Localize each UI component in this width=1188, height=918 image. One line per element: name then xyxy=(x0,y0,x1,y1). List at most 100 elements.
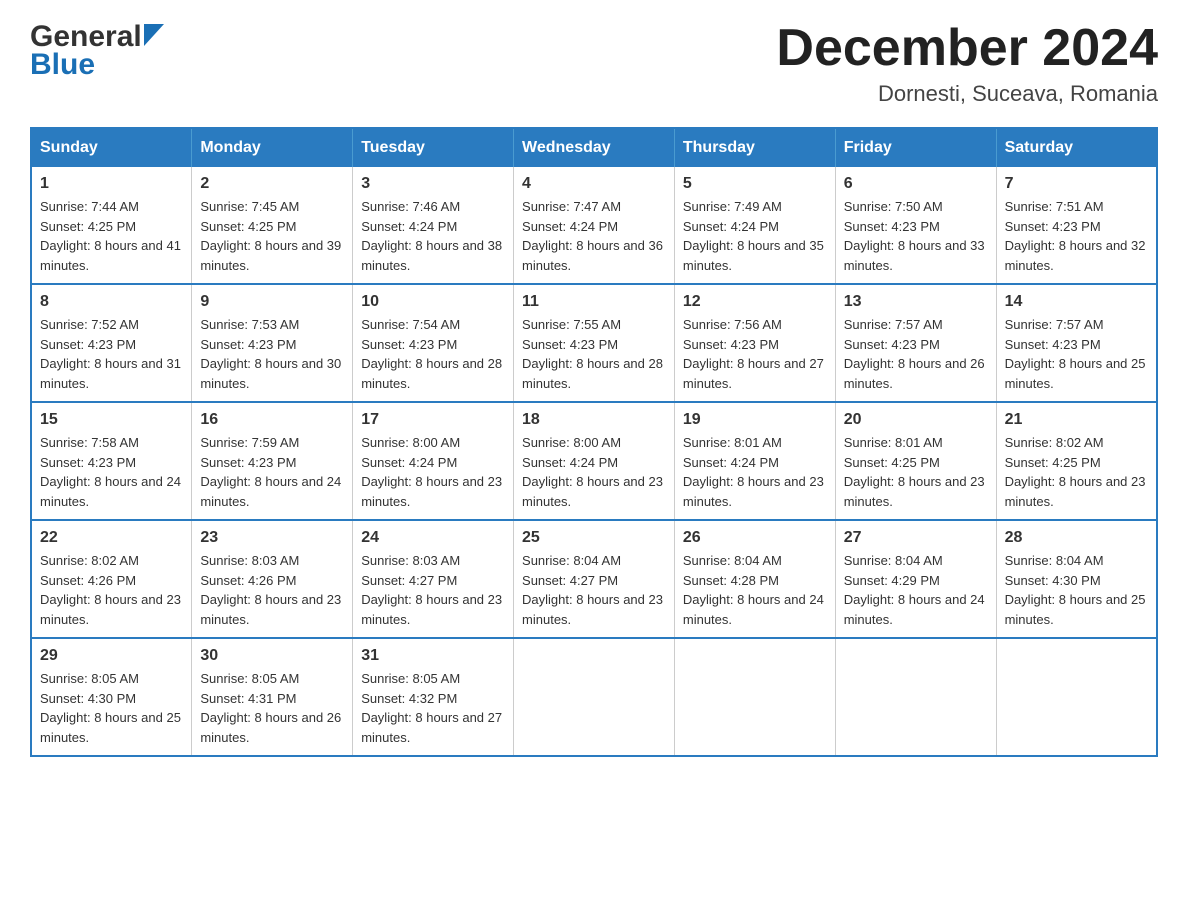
calendar-table: SundayMondayTuesdayWednesdayThursdayFrid… xyxy=(30,127,1158,757)
day-info: Sunrise: 8:04 AM Sunset: 4:30 PM Dayligh… xyxy=(1005,551,1148,629)
day-info: Sunrise: 8:05 AM Sunset: 4:32 PM Dayligh… xyxy=(361,669,505,747)
calendar-cell: 13 Sunrise: 7:57 AM Sunset: 4:23 PM Dayl… xyxy=(835,284,996,402)
day-number: 2 xyxy=(200,175,344,193)
day-info: Sunrise: 8:00 AM Sunset: 4:24 PM Dayligh… xyxy=(361,433,505,511)
logo-blue-text: Blue xyxy=(30,48,95,82)
day-number: 10 xyxy=(361,293,505,311)
calendar-cell: 19 Sunrise: 8:01 AM Sunset: 4:24 PM Dayl… xyxy=(674,402,835,520)
page-header: General Blue December 2024 Dornesti, Suc… xyxy=(30,20,1158,107)
calendar-cell: 9 Sunrise: 7:53 AM Sunset: 4:23 PM Dayli… xyxy=(192,284,353,402)
calendar-day-header: Saturday xyxy=(996,128,1157,167)
day-info: Sunrise: 7:47 AM Sunset: 4:24 PM Dayligh… xyxy=(522,197,666,275)
calendar-day-header: Tuesday xyxy=(353,128,514,167)
day-number: 3 xyxy=(361,175,505,193)
calendar-cell: 17 Sunrise: 8:00 AM Sunset: 4:24 PM Dayl… xyxy=(353,402,514,520)
day-number: 17 xyxy=(361,411,505,429)
calendar-week-row: 22 Sunrise: 8:02 AM Sunset: 4:26 PM Dayl… xyxy=(31,520,1157,638)
day-number: 31 xyxy=(361,647,505,665)
calendar-cell: 15 Sunrise: 7:58 AM Sunset: 4:23 PM Dayl… xyxy=(31,402,192,520)
calendar-cell: 4 Sunrise: 7:47 AM Sunset: 4:24 PM Dayli… xyxy=(514,167,675,284)
day-number: 13 xyxy=(844,293,988,311)
day-number: 8 xyxy=(40,293,183,311)
calendar-cell: 28 Sunrise: 8:04 AM Sunset: 4:30 PM Dayl… xyxy=(996,520,1157,638)
calendar-cell: 6 Sunrise: 7:50 AM Sunset: 4:23 PM Dayli… xyxy=(835,167,996,284)
calendar-week-row: 1 Sunrise: 7:44 AM Sunset: 4:25 PM Dayli… xyxy=(31,167,1157,284)
day-info: Sunrise: 7:46 AM Sunset: 4:24 PM Dayligh… xyxy=(361,197,505,275)
month-title: December 2024 xyxy=(776,20,1158,77)
calendar-cell: 3 Sunrise: 7:46 AM Sunset: 4:24 PM Dayli… xyxy=(353,167,514,284)
day-info: Sunrise: 8:05 AM Sunset: 4:31 PM Dayligh… xyxy=(200,669,344,747)
logo-flag-icon xyxy=(144,24,164,46)
calendar-cell: 24 Sunrise: 8:03 AM Sunset: 4:27 PM Dayl… xyxy=(353,520,514,638)
calendar-day-header: Friday xyxy=(835,128,996,167)
day-info: Sunrise: 7:57 AM Sunset: 4:23 PM Dayligh… xyxy=(844,315,988,393)
day-info: Sunrise: 7:50 AM Sunset: 4:23 PM Dayligh… xyxy=(844,197,988,275)
calendar-week-row: 15 Sunrise: 7:58 AM Sunset: 4:23 PM Dayl… xyxy=(31,402,1157,520)
day-info: Sunrise: 8:05 AM Sunset: 4:30 PM Dayligh… xyxy=(40,669,183,747)
day-number: 9 xyxy=(200,293,344,311)
day-number: 11 xyxy=(522,293,666,311)
calendar-cell: 25 Sunrise: 8:04 AM Sunset: 4:27 PM Dayl… xyxy=(514,520,675,638)
calendar-cell: 8 Sunrise: 7:52 AM Sunset: 4:23 PM Dayli… xyxy=(31,284,192,402)
day-info: Sunrise: 8:01 AM Sunset: 4:24 PM Dayligh… xyxy=(683,433,827,511)
day-number: 28 xyxy=(1005,529,1148,547)
calendar-cell: 30 Sunrise: 8:05 AM Sunset: 4:31 PM Dayl… xyxy=(192,638,353,756)
calendar-cell: 16 Sunrise: 7:59 AM Sunset: 4:23 PM Dayl… xyxy=(192,402,353,520)
day-number: 4 xyxy=(522,175,666,193)
day-number: 12 xyxy=(683,293,827,311)
day-number: 30 xyxy=(200,647,344,665)
calendar-day-header: Monday xyxy=(192,128,353,167)
calendar-week-row: 8 Sunrise: 7:52 AM Sunset: 4:23 PM Dayli… xyxy=(31,284,1157,402)
day-info: Sunrise: 8:02 AM Sunset: 4:25 PM Dayligh… xyxy=(1005,433,1148,511)
location: Dornesti, Suceava, Romania xyxy=(776,81,1158,107)
day-number: 24 xyxy=(361,529,505,547)
day-info: Sunrise: 8:03 AM Sunset: 4:27 PM Dayligh… xyxy=(361,551,505,629)
logo: General Blue xyxy=(30,20,164,82)
day-info: Sunrise: 8:04 AM Sunset: 4:29 PM Dayligh… xyxy=(844,551,988,629)
calendar-cell: 29 Sunrise: 8:05 AM Sunset: 4:30 PM Dayl… xyxy=(31,638,192,756)
day-info: Sunrise: 7:44 AM Sunset: 4:25 PM Dayligh… xyxy=(40,197,183,275)
day-number: 26 xyxy=(683,529,827,547)
calendar-cell: 18 Sunrise: 8:00 AM Sunset: 4:24 PM Dayl… xyxy=(514,402,675,520)
day-info: Sunrise: 7:56 AM Sunset: 4:23 PM Dayligh… xyxy=(683,315,827,393)
day-info: Sunrise: 8:04 AM Sunset: 4:28 PM Dayligh… xyxy=(683,551,827,629)
calendar-cell: 12 Sunrise: 7:56 AM Sunset: 4:23 PM Dayl… xyxy=(674,284,835,402)
day-info: Sunrise: 7:59 AM Sunset: 4:23 PM Dayligh… xyxy=(200,433,344,511)
day-number: 14 xyxy=(1005,293,1148,311)
day-info: Sunrise: 7:51 AM Sunset: 4:23 PM Dayligh… xyxy=(1005,197,1148,275)
calendar-day-header: Wednesday xyxy=(514,128,675,167)
calendar-day-header: Sunday xyxy=(31,128,192,167)
day-number: 29 xyxy=(40,647,183,665)
calendar-cell: 26 Sunrise: 8:04 AM Sunset: 4:28 PM Dayl… xyxy=(674,520,835,638)
day-number: 19 xyxy=(683,411,827,429)
calendar-cell: 1 Sunrise: 7:44 AM Sunset: 4:25 PM Dayli… xyxy=(31,167,192,284)
day-info: Sunrise: 8:04 AM Sunset: 4:27 PM Dayligh… xyxy=(522,551,666,629)
day-info: Sunrise: 7:45 AM Sunset: 4:25 PM Dayligh… xyxy=(200,197,344,275)
calendar-cell: 22 Sunrise: 8:02 AM Sunset: 4:26 PM Dayl… xyxy=(31,520,192,638)
calendar-week-row: 29 Sunrise: 8:05 AM Sunset: 4:30 PM Dayl… xyxy=(31,638,1157,756)
day-info: Sunrise: 8:03 AM Sunset: 4:26 PM Dayligh… xyxy=(200,551,344,629)
calendar-cell: 7 Sunrise: 7:51 AM Sunset: 4:23 PM Dayli… xyxy=(996,167,1157,284)
day-number: 23 xyxy=(200,529,344,547)
calendar-cell: 2 Sunrise: 7:45 AM Sunset: 4:25 PM Dayli… xyxy=(192,167,353,284)
day-number: 22 xyxy=(40,529,183,547)
day-info: Sunrise: 7:54 AM Sunset: 4:23 PM Dayligh… xyxy=(361,315,505,393)
day-number: 27 xyxy=(844,529,988,547)
calendar-cell: 20 Sunrise: 8:01 AM Sunset: 4:25 PM Dayl… xyxy=(835,402,996,520)
day-number: 15 xyxy=(40,411,183,429)
calendar-cell xyxy=(996,638,1157,756)
day-info: Sunrise: 7:53 AM Sunset: 4:23 PM Dayligh… xyxy=(200,315,344,393)
day-info: Sunrise: 7:55 AM Sunset: 4:23 PM Dayligh… xyxy=(522,315,666,393)
calendar-cell: 27 Sunrise: 8:04 AM Sunset: 4:29 PM Dayl… xyxy=(835,520,996,638)
day-number: 20 xyxy=(844,411,988,429)
calendar-cell xyxy=(674,638,835,756)
day-info: Sunrise: 8:00 AM Sunset: 4:24 PM Dayligh… xyxy=(522,433,666,511)
day-number: 1 xyxy=(40,175,183,193)
calendar-cell: 11 Sunrise: 7:55 AM Sunset: 4:23 PM Dayl… xyxy=(514,284,675,402)
day-number: 18 xyxy=(522,411,666,429)
day-info: Sunrise: 7:52 AM Sunset: 4:23 PM Dayligh… xyxy=(40,315,183,393)
calendar-cell: 23 Sunrise: 8:03 AM Sunset: 4:26 PM Dayl… xyxy=(192,520,353,638)
day-info: Sunrise: 8:01 AM Sunset: 4:25 PM Dayligh… xyxy=(844,433,988,511)
day-info: Sunrise: 8:02 AM Sunset: 4:26 PM Dayligh… xyxy=(40,551,183,629)
day-number: 5 xyxy=(683,175,827,193)
